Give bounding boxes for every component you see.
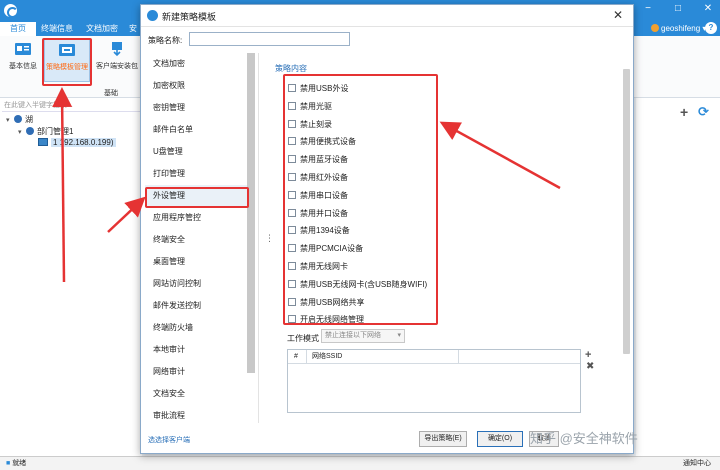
policy-name-input[interactable]	[189, 32, 350, 46]
close-icon[interactable]: ✕	[700, 3, 716, 14]
computer-icon	[38, 138, 48, 146]
dialog-logo-icon	[147, 10, 158, 21]
tab-home[interactable]: 首页	[0, 22, 36, 36]
chevron-down-icon[interactable]: ▾	[18, 128, 26, 136]
right-panel: + ⟳	[636, 98, 720, 456]
client-install-label: 客户端安装包	[96, 63, 138, 70]
highlight-options	[283, 74, 438, 325]
client-install-button[interactable]: 客户端安装包	[94, 38, 140, 82]
category-item[interactable]: 加密权限	[145, 75, 251, 97]
category-item[interactable]: 审批流程	[145, 405, 251, 423]
category-item[interactable]: 桌面管理	[145, 251, 251, 273]
tree-root[interactable]: ▾ 湖	[6, 114, 33, 125]
tree-group-label: 部门管理1	[37, 127, 74, 136]
maximize-icon[interactable]: □	[670, 3, 686, 14]
tree-group[interactable]: ▾ 部门管理1	[18, 126, 73, 137]
tab-security[interactable]: 安	[128, 22, 138, 36]
highlight-category	[145, 187, 249, 208]
category-item[interactable]: 密钥管理	[145, 97, 251, 119]
chevron-down-icon[interactable]: ▾	[6, 116, 14, 124]
category-item[interactable]: 文档加密	[145, 53, 251, 75]
column-divider	[306, 350, 307, 364]
terminal-tree-panel: 在此键入半键字搜索... ▾ 湖 ▾ 部门管理1 1 192.168.0.199)	[0, 98, 142, 456]
tab-doc-encryption[interactable]: 文档加密	[82, 22, 122, 36]
search-input[interactable]: 在此键入半键字搜索...	[2, 100, 140, 112]
category-item[interactable]: 终端防火墙	[145, 317, 251, 339]
category-item[interactable]: U盘管理	[145, 141, 251, 163]
ssid-table-header: # 网络SSID	[288, 350, 580, 364]
category-item[interactable]: 网站访问控制	[145, 273, 251, 295]
user-menu[interactable]: geoshifeng ▾	[651, 22, 706, 36]
watermark: 知乎 @安全神软件	[530, 431, 638, 446]
col-index: #	[294, 353, 298, 360]
content-scrollbar[interactable]	[623, 69, 630, 354]
tree-client[interactable]: 1 192.168.0.199)	[38, 138, 116, 147]
org-icon	[14, 115, 22, 123]
category-item[interactable]: 打印管理	[145, 163, 251, 185]
add-ssid-icon[interactable]: +	[585, 349, 591, 361]
column-divider	[458, 350, 459, 364]
group-icon	[26, 127, 34, 135]
dialog-title: 新建策略模板	[162, 12, 217, 22]
tree-client-label: 1 192.168.0.199)	[51, 138, 116, 147]
category-item[interactable]: 邮件白名单	[145, 119, 251, 141]
highlight-toolbar-item	[42, 38, 92, 86]
category-item[interactable]: 文档安全	[145, 383, 251, 405]
content-title: 策略内容	[275, 64, 307, 73]
ssid-table: # 网络SSID	[287, 349, 581, 413]
delete-ssid-icon[interactable]: ✖	[586, 361, 594, 372]
export-policy-button[interactable]: 导出策略(E)	[419, 431, 467, 447]
category-item[interactable]: 终端安全	[145, 229, 251, 251]
chevron-down-icon: ▾	[397, 332, 401, 339]
info-card-icon	[14, 41, 32, 57]
basic-info-button[interactable]: 基本信息	[0, 38, 46, 82]
work-mode-select[interactable]: 禁止连接以下网络 ▾	[321, 329, 405, 343]
ok-button[interactable]: 确定(O)	[477, 431, 523, 447]
status-ready: 就绪	[6, 457, 26, 470]
category-list: 文档加密 加密权限 密钥管理 邮件白名单 U盘管理 打印管理 外设管理 应用程序管控 终端安全桌…	[145, 53, 259, 423]
category-item[interactable]: 应用程序管控	[145, 207, 251, 229]
work-mode-label: 工作模式	[287, 334, 319, 343]
toolbar-group-label: 基础	[104, 90, 118, 97]
refresh-icon[interactable]: ⟳	[698, 104, 709, 120]
col-ssid: 网络SSID	[312, 353, 343, 360]
category-item[interactable]: 邮件发送控制	[145, 295, 251, 317]
policy-name-label: 策略名称:	[148, 36, 183, 45]
dialog-close-icon[interactable]: ✕	[613, 8, 623, 22]
work-mode-value: 禁止连接以下网络	[325, 332, 381, 339]
minimize-icon[interactable]: −	[640, 3, 656, 14]
tab-terminal-info[interactable]: 终端信息	[38, 22, 76, 36]
notification-center-button[interactable]: 通知中心	[683, 457, 711, 470]
category-scrollbar[interactable]	[247, 53, 255, 373]
help-icon[interactable]: ?	[705, 22, 717, 34]
install-package-icon	[108, 41, 126, 57]
category-item[interactable]: 本地审计	[145, 339, 251, 361]
user-name: geoshifeng	[661, 24, 701, 33]
dialog-titlebar: 新建策略模板 ✕	[141, 5, 633, 27]
user-icon	[651, 24, 659, 32]
basic-info-label: 基本信息	[9, 63, 37, 70]
select-client-link[interactable]: 选选择客户端	[148, 435, 190, 445]
tree-root-label: 湖	[25, 115, 33, 124]
app-logo-icon	[4, 4, 18, 18]
add-icon[interactable]: +	[680, 104, 688, 120]
status-bar: 就绪 通知中心	[0, 456, 720, 470]
category-item[interactable]: 网络审计	[145, 361, 251, 383]
